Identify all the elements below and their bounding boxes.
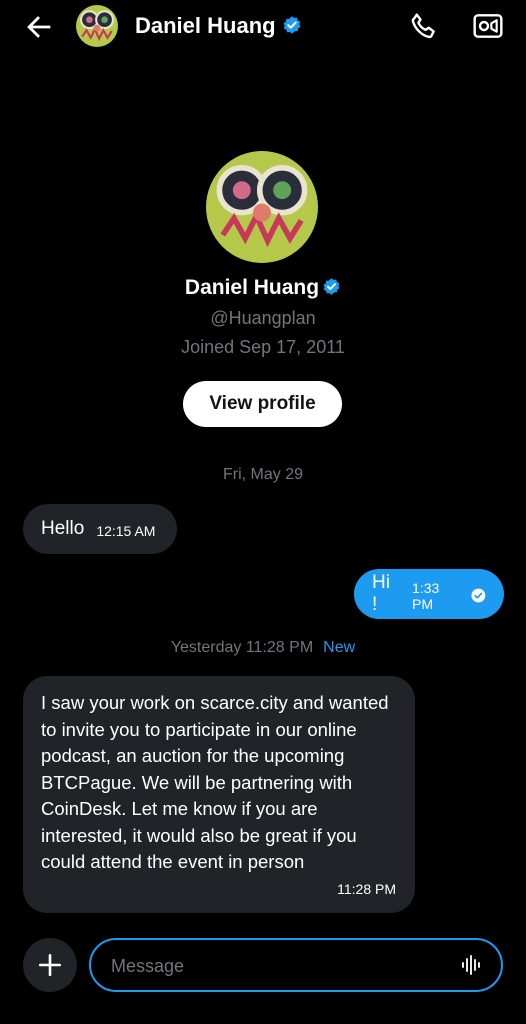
profile-joined-date: Joined Sep 17, 2011: [181, 337, 345, 357]
message-time: 1:33 PM: [412, 580, 440, 612]
new-messages-separator: Yesterday 11:28 PM New: [0, 639, 526, 657]
message-bubble-incoming[interactable]: I saw your work on scarce.city and wante…: [23, 676, 415, 913]
profile-name: Daniel Huang: [0, 276, 526, 300]
separator-time: Yesterday 11:28 PM: [170, 639, 314, 656]
plus-icon: [38, 953, 62, 977]
message-time: 11:28 PM: [337, 881, 396, 897]
chat-header: Daniel Huang: [0, 0, 526, 54]
read-receipt-icon: [471, 588, 486, 603]
avatar[interactable]: [76, 5, 118, 47]
video-icon[interactable]: [471, 10, 505, 42]
profile-avatar[interactable]: [206, 151, 318, 263]
message-text: I saw your work on scarce.city and wante…: [41, 692, 389, 872]
chat-title: Daniel Huang: [135, 13, 302, 39]
profile-name-text: Daniel Huang: [184, 276, 320, 299]
verified-badge-icon: [323, 278, 340, 295]
add-attachment-button[interactable]: [23, 938, 77, 992]
message-text: Hello: [41, 518, 85, 539]
voice-message-icon[interactable]: [459, 953, 483, 977]
message-time: 12:15 AM: [96, 523, 156, 539]
verified-badge-icon: [283, 16, 301, 34]
new-badge: New: [323, 639, 356, 656]
profile-handle: @Huangplan: [210, 308, 316, 328]
contact-name: Daniel Huang: [135, 13, 276, 38]
message-bubble-outgoing[interactable]: Hi ! 1:33 PM: [354, 569, 504, 619]
back-arrow-icon[interactable]: [22, 10, 56, 44]
message-text: Hi !: [372, 572, 390, 615]
message-bubble-incoming[interactable]: Hello 12:15 AM: [23, 504, 177, 554]
date-separator: Fri, May 29: [222, 466, 303, 483]
phone-icon[interactable]: [408, 10, 440, 42]
message-composer: [89, 938, 503, 992]
view-profile-button[interactable]: View profile: [183, 381, 342, 427]
message-input[interactable]: [109, 940, 443, 992]
